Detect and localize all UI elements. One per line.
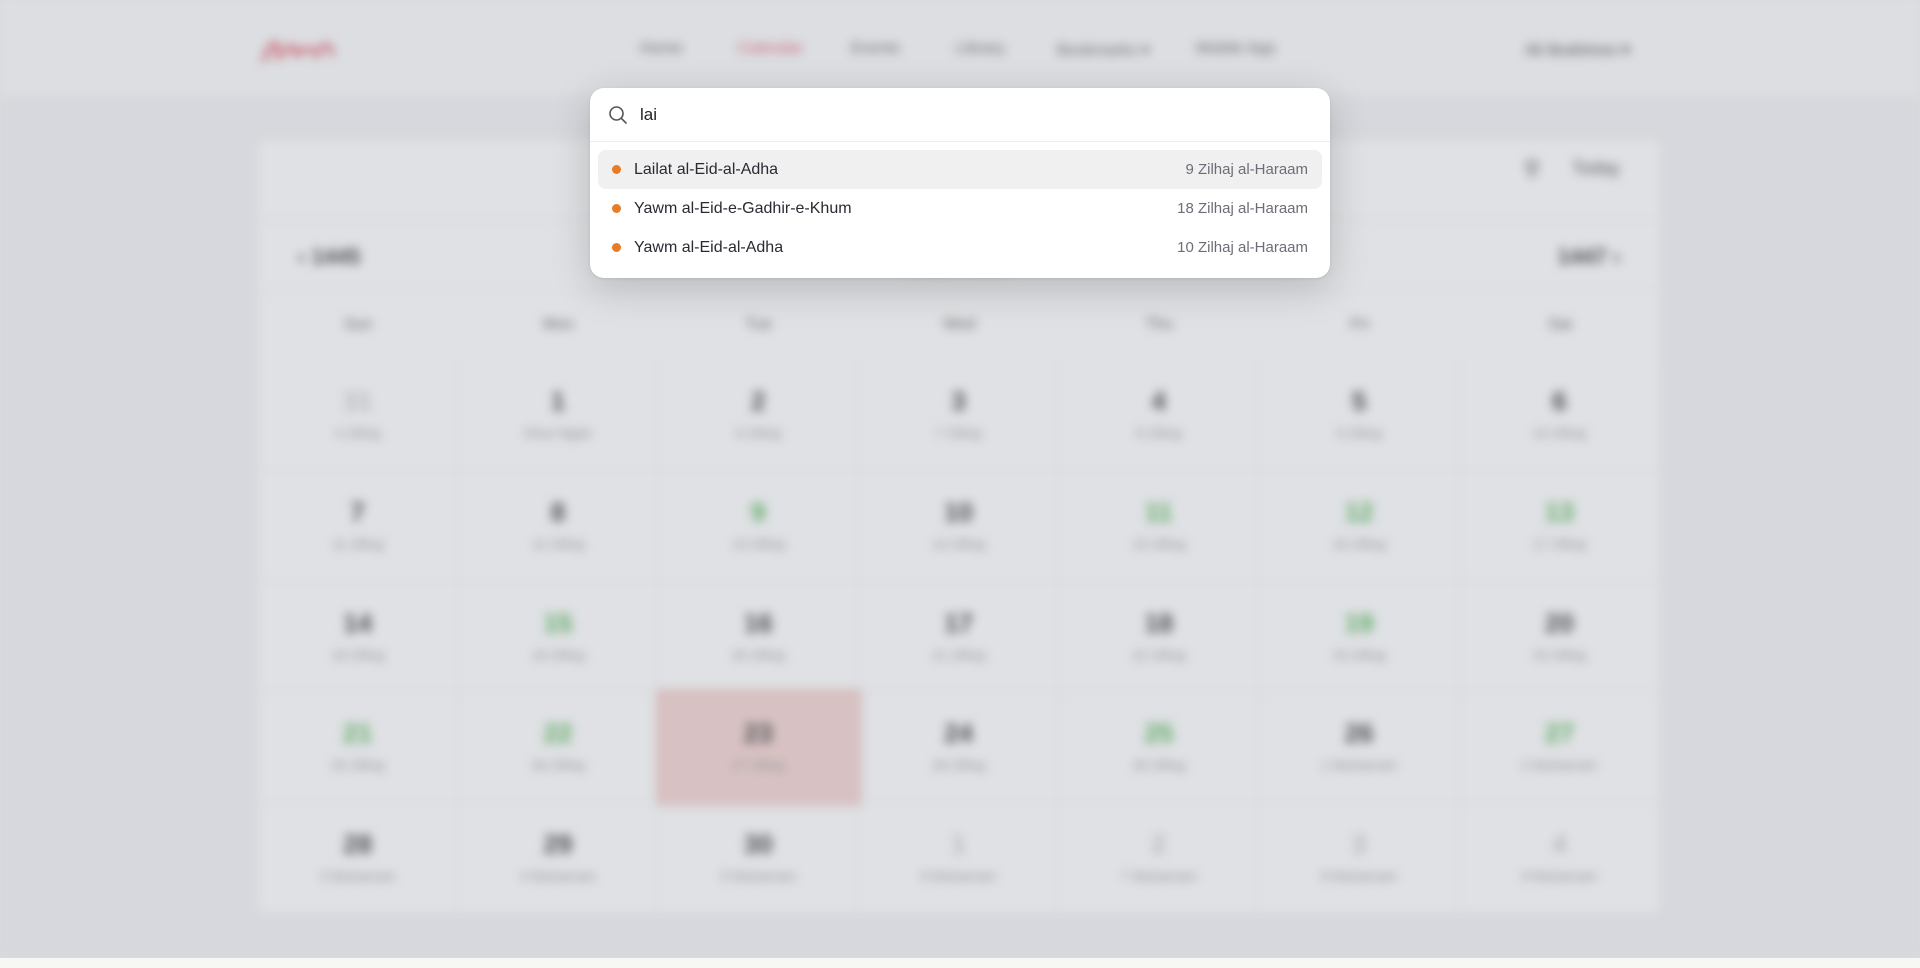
search-row — [590, 88, 1330, 142]
result-title: Lailat al-Eid-al-Adha — [634, 160, 779, 178]
search-result[interactable]: Yawm al-Eid-e-Gadhir-e-Khum 18 Zilhaj al-… — [598, 189, 1322, 228]
result-title: Yawm al-Eid-e-Gadhir-e-Khum — [634, 199, 852, 217]
result-date: 18 Zilhaj al-Haraam — [1177, 200, 1308, 217]
search-result[interactable]: Lailat al-Eid-al-Adha 9 Zilhaj al-Haraam — [598, 150, 1322, 189]
event-dot-icon — [612, 165, 621, 174]
footer-strip — [0, 958, 1920, 968]
search-palette: Lailat al-Eid-al-Adha 9 Zilhaj al-Haraam Y… — [590, 88, 1330, 278]
event-dot-icon — [612, 204, 621, 213]
search-icon — [609, 105, 627, 124]
result-date: 10 Zilhaj al-Haraam — [1177, 239, 1308, 256]
result-title: Yawm al-Eid-al-Adha — [634, 238, 784, 256]
search-result[interactable]: Yawm al-Eid-al-Adha 10 Zilhaj al-Haraam — [598, 228, 1322, 267]
search-results: Lailat al-Eid-al-Adha 9 Zilhaj al-Haraam Y… — [590, 142, 1330, 267]
search-input[interactable] — [640, 104, 1280, 125]
event-dot-icon — [612, 243, 621, 252]
result-date: 9 Zilhaj al-Haraam — [1185, 161, 1308, 178]
